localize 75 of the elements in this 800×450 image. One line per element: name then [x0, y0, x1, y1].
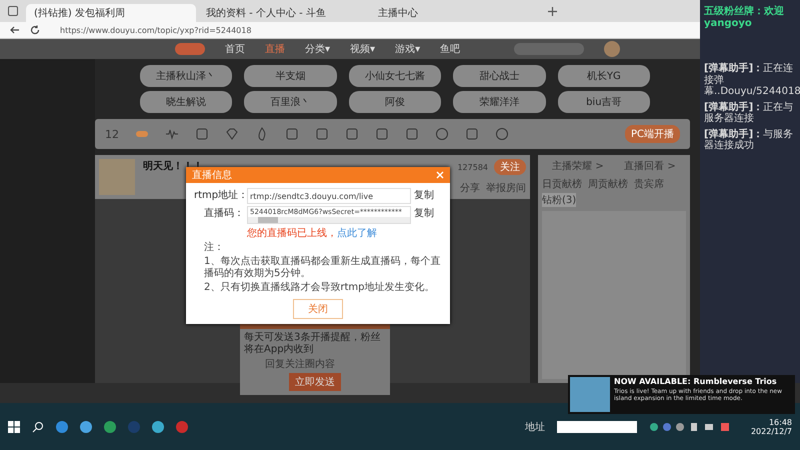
anchor-tag[interactable]: 小仙女七七酱	[348, 65, 442, 87]
follow-button[interactable]: 关注	[494, 159, 526, 175]
nav-link[interactable]: 直播	[265, 42, 285, 56]
chat-message: [弹幕助手]：正在与服务器连接	[704, 102, 794, 124]
search-field[interactable]	[514, 43, 584, 55]
nav-link[interactable]: 分类▾	[305, 42, 330, 56]
field-label: 直播码：	[203, 206, 244, 220]
pc-start-button[interactable]: PC端开播	[624, 125, 680, 143]
note-text: 2、只有切换直播线路才会导致rtmp地址发生变化。	[203, 282, 436, 294]
anchor-tag[interactable]: 主播秋山泽丶	[140, 65, 232, 87]
note-text: 1、每次点击获取直播码都会重新生成直播码，每个直播码的有效期为5分钟。	[203, 256, 442, 280]
photo-placeholder	[99, 159, 135, 195]
points-count: 12	[105, 128, 119, 140]
windows-icon[interactable]	[8, 420, 20, 432]
nav-link[interactable]: 游戏▾	[395, 42, 420, 56]
refresh-icon[interactable]	[30, 25, 40, 35]
address-field[interactable]: https://www.douyu.com/topic/yxp?rid=5244018	[50, 26, 252, 34]
anchor-tag[interactable]: 机长YG	[558, 65, 650, 87]
anchor-tag[interactable]: 晓生解说	[140, 91, 232, 113]
panel-link[interactable]: 直播回看 >	[624, 159, 676, 173]
reminder-text: 每天可发送3条开播提醒，粉丝将在App内收到	[243, 332, 382, 355]
clock-date[interactable]: 2022/12/7	[750, 426, 792, 436]
search-icon[interactable]	[32, 420, 44, 432]
rank-tab[interactable]: 钻粉(3)	[542, 193, 576, 207]
anchor-tag[interactable]: 甜心战士	[453, 65, 546, 87]
copy-link[interactable]: 复制	[414, 206, 434, 220]
new-tab-icon[interactable]	[548, 6, 557, 16]
copy-link[interactable]: 复制	[414, 188, 434, 202]
nav-link[interactable]: 视频▾	[350, 42, 376, 56]
warning-text: 您的直播码已上线，点此了解	[246, 226, 378, 240]
browser-tab[interactable]: 主播中心	[370, 4, 540, 22]
nav-link[interactable]: 鱼吧	[440, 42, 460, 56]
browser-tab[interactable]: (抖钻推) 发包福利周	[26, 4, 196, 22]
wave-icon[interactable]	[165, 127, 179, 141]
send-button[interactable]: 立即发送	[289, 373, 341, 391]
clock-time[interactable]: 16:48	[768, 418, 792, 426]
note-text: 注：	[203, 242, 225, 254]
learn-more-link[interactable]: 点此了解	[337, 228, 377, 239]
site-logo[interactable]	[175, 43, 205, 55]
anchor-tag[interactable]: 荣耀洋洋	[453, 91, 546, 113]
browser-tab[interactable]: 我的资料 - 个人中心 - 斗鱼	[198, 4, 368, 22]
anchor-tag[interactable]: biu吉哥	[558, 91, 650, 113]
taskbar-app-icon[interactable]	[152, 420, 164, 432]
taskbar-app-icon[interactable]	[176, 420, 188, 432]
taskbar-app-icon[interactable]	[104, 420, 116, 432]
taskbar-app-icon[interactable]	[56, 420, 68, 432]
notification-title: NOW AVAILABLE: Rumbleverse Trios	[614, 377, 778, 386]
chat-message: [弹幕助手]：与服务器连接成功	[704, 128, 794, 152]
nav-link[interactable]: 首页	[225, 42, 245, 56]
welcome-text: 五级粉丝牌：欢迎yangoyo	[704, 4, 785, 29]
address-toolbar-field[interactable]	[556, 420, 637, 432]
field-label: rtmp地址：	[194, 188, 244, 202]
taskbar-app-icon[interactable]	[80, 420, 92, 432]
close-icon[interactable]	[436, 171, 444, 179]
game-art-placeholder	[570, 377, 610, 412]
address-toolbar-label: 地址	[524, 420, 545, 434]
share-link[interactable]: 分享	[460, 181, 480, 195]
avatar-icon[interactable]	[604, 41, 620, 57]
back-icon[interactable]	[10, 25, 20, 35]
report-link[interactable]: 举报房间	[486, 181, 526, 195]
anchor-tag[interactable]: 半支烟	[244, 65, 337, 87]
circle-icon[interactable]	[495, 127, 509, 141]
rank-tab[interactable]: 日贡献榜	[542, 177, 582, 191]
panel-link[interactable]: 主播荣耀 >	[552, 159, 604, 173]
rank-tab[interactable]: 周贡献榜	[588, 177, 628, 191]
scrollbar[interactable]	[248, 217, 410, 223]
anchor-tag[interactable]: 百里浪丶	[244, 91, 337, 113]
close-button[interactable]: 关闭	[293, 299, 343, 319]
diamond-icon[interactable]	[225, 127, 239, 141]
anchor-tag[interactable]: 阿俊	[348, 91, 442, 113]
tab-actions-icon[interactable]	[8, 6, 18, 16]
dialog-title: 直播信息	[192, 168, 232, 182]
rank-tab[interactable]: 贵宾席	[634, 177, 664, 191]
rtmp-field[interactable]: rtmp://sendtc3.douyu.com/live	[247, 188, 411, 204]
follower-count: 127584	[457, 162, 488, 172]
